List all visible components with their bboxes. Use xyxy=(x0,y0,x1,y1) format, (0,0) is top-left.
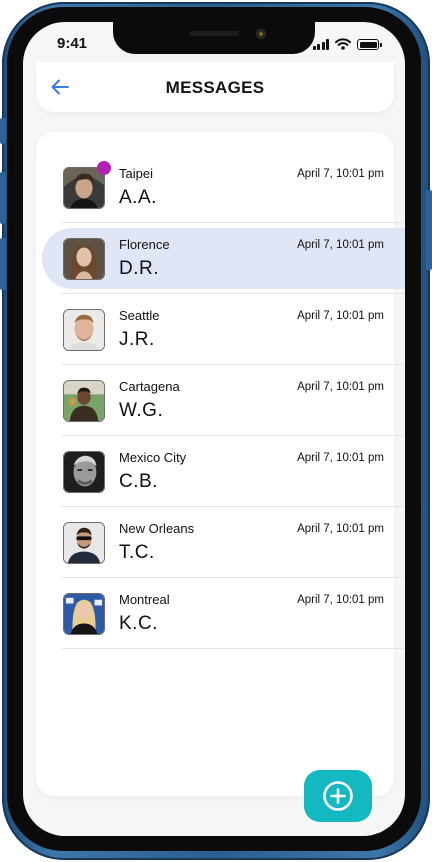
message-row-selected[interactable]: Florence D.R. April 7, 10:01 pm xyxy=(36,223,405,294)
message-time: April 7, 10:01 pm xyxy=(297,310,384,322)
message-sender: K.C. xyxy=(119,613,158,634)
avatar xyxy=(63,593,105,635)
avatar xyxy=(63,309,105,351)
message-city: Montreal xyxy=(119,592,170,607)
message-sender: A.A. xyxy=(119,187,157,208)
new-message-button[interactable] xyxy=(304,770,372,822)
message-sender: T.C. xyxy=(119,542,155,563)
message-city: Mexico City xyxy=(119,450,187,465)
message-time: April 7, 10:01 pm xyxy=(297,594,384,606)
message-list: Taipei A.A. April 7, 10:01 pm Florence D… xyxy=(36,132,405,796)
notch xyxy=(113,22,315,54)
message-time: April 7, 10:01 pm xyxy=(297,523,384,535)
message-row[interactable]: Cartagena W.G. April 7, 10:01 pm xyxy=(36,365,405,436)
message-city: New Orleans xyxy=(119,521,195,536)
earpiece-speaker xyxy=(189,31,239,36)
front-camera-icon xyxy=(256,29,266,39)
message-sender: W.G. xyxy=(119,400,164,421)
page-title: MESSAGES xyxy=(165,78,265,97)
message-time: April 7, 10:01 pm xyxy=(297,381,384,393)
battery-icon xyxy=(357,39,382,50)
avatar xyxy=(63,238,105,280)
wifi-icon xyxy=(335,38,351,50)
volume-up-button xyxy=(0,172,6,224)
message-time: April 7, 10:01 pm xyxy=(297,239,384,251)
message-city: Cartagena xyxy=(119,379,180,394)
message-city: Florence xyxy=(119,237,170,252)
message-city: Seattle xyxy=(119,308,160,323)
status-time: 9:41 xyxy=(57,35,88,52)
message-row[interactable]: Montreal K.C. April 7, 10:01 pm xyxy=(36,578,405,649)
message-sender: J.R. xyxy=(119,329,155,350)
cellular-signal-icon xyxy=(312,39,329,50)
message-sender: D.R. xyxy=(119,258,159,279)
message-sender: C.B. xyxy=(119,471,158,492)
message-time: April 7, 10:01 pm xyxy=(297,168,384,180)
plus-circle-icon xyxy=(323,781,353,811)
avatar xyxy=(63,522,105,564)
message-city: Taipei xyxy=(119,166,153,181)
avatar xyxy=(63,380,105,422)
message-time: April 7, 10:01 pm xyxy=(297,452,384,464)
message-row[interactable]: Taipei A.A. April 7, 10:01 pm xyxy=(36,152,405,223)
power-button xyxy=(426,190,432,270)
screen: 9:41 MESSAGES Taipei A.A. April 7, 10:01… xyxy=(23,22,405,836)
status-icons xyxy=(312,38,382,50)
message-row[interactable]: Seattle J.R. April 7, 10:01 pm xyxy=(36,294,405,365)
mute-switch xyxy=(0,118,6,144)
avatar xyxy=(63,451,105,493)
message-row[interactable]: Mexico City C.B. April 7, 10:01 pm xyxy=(36,436,405,507)
message-row[interactable]: New Orleans T.C. April 7, 10:01 pm xyxy=(36,507,405,578)
volume-down-button xyxy=(0,238,6,290)
row-divider xyxy=(62,648,405,649)
header: MESSAGES xyxy=(36,62,394,112)
unread-indicator xyxy=(97,161,111,175)
